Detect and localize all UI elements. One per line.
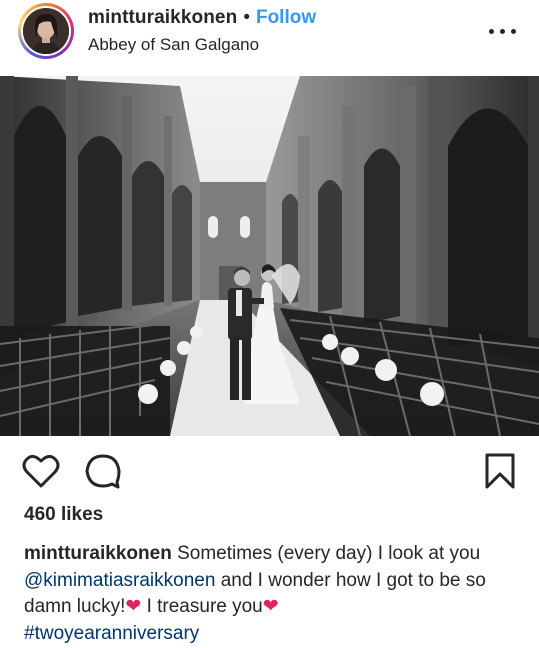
- heart-emoji: ❤: [262, 596, 279, 617]
- heart-emoji: ❤: [125, 596, 142, 617]
- comment-bubble-icon[interactable]: [84, 453, 122, 489]
- separator-dot: •: [243, 7, 250, 28]
- post-header: mintturaikkonen • Follow Abbey of San Ga…: [0, 0, 539, 76]
- action-bar: [0, 436, 539, 504]
- location-link[interactable]: Abbey of San Galgano: [88, 35, 259, 55]
- heart-outline-icon[interactable]: [22, 453, 60, 489]
- avatar-image: [23, 8, 69, 54]
- mention-link[interactable]: @kimimatiasraikkonen: [24, 570, 215, 591]
- caption-username[interactable]: mintturaikkonen: [24, 543, 172, 564]
- post-photo[interactable]: [0, 76, 539, 436]
- hashtag-link[interactable]: #twoyearanniversary: [24, 623, 199, 644]
- post-caption: mintturaikkonen Sometimes (every day) I …: [24, 541, 524, 647]
- avatar-story-ring[interactable]: [18, 3, 74, 59]
- post-image: [0, 76, 539, 436]
- bookmark-icon[interactable]: [483, 452, 517, 490]
- follow-button[interactable]: Follow: [256, 7, 316, 29]
- username[interactable]: mintturaikkonen: [88, 7, 237, 29]
- likes-count[interactable]: 460 likes: [24, 504, 103, 526]
- more-options-icon[interactable]: [489, 20, 517, 40]
- caption-text: I treasure you: [146, 596, 263, 617]
- caption-text: Sometimes (every day) I look at you: [177, 543, 481, 564]
- avatar[interactable]: [23, 8, 69, 54]
